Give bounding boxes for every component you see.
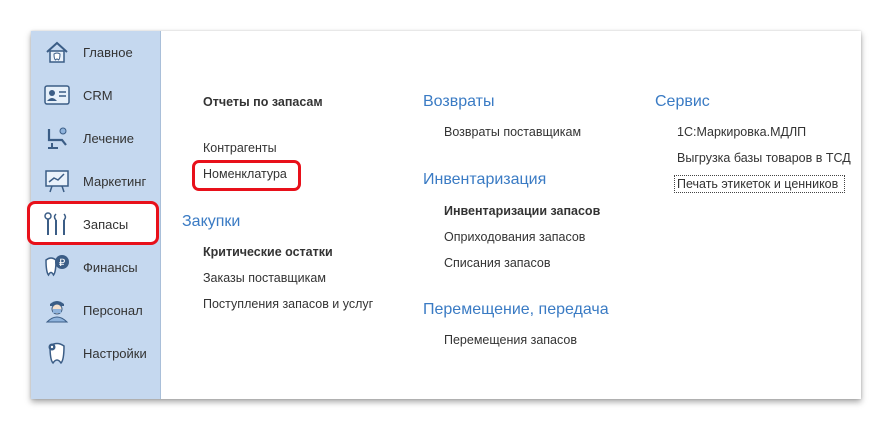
sidebar-item-finance[interactable]: ₽ Финансы [31, 248, 160, 286]
dental-tools-icon [43, 210, 71, 238]
sidebar-item-main[interactable]: Главное [31, 33, 160, 71]
sidebar-item-label: CRM [83, 87, 113, 103]
link-critical-stock[interactable]: Критические остатки [203, 245, 333, 259]
link-inventories[interactable]: Инвентаризации запасов [444, 204, 600, 218]
tooth-gear-icon [43, 339, 71, 367]
link-stock-receipts[interactable]: Поступления запасов и услуг [203, 297, 373, 311]
sidebar-item-treatment[interactable]: Лечение [31, 119, 160, 157]
link-stock-capitalization[interactable]: Оприходования запасов [444, 230, 585, 244]
tooth-coin-icon: ₽ [43, 253, 71, 281]
sidebar-item-marketing[interactable]: Маркетинг [31, 162, 160, 200]
sidebar-item-label: Настройки [83, 345, 147, 361]
sidebar-item-stock[interactable]: Запасы [31, 205, 160, 243]
sidebar-item-label: Финансы [83, 259, 138, 275]
sidebar-item-settings[interactable]: Настройки [31, 334, 160, 372]
transfer-header: Перемещение, передача [423, 301, 609, 318]
returns-header: Возвраты [423, 93, 495, 110]
link-supplier-orders[interactable]: Заказы поставщикам [203, 271, 326, 285]
sidebar: Главное CRM Лечение Маркетинг Запасы ₽ Ф… [27, 31, 161, 399]
link-counterparties[interactable]: Контрагенты [203, 141, 277, 155]
app-window: Главное CRM Лечение Маркетинг Запасы ₽ Ф… [27, 31, 861, 399]
link-mdlp-marking[interactable]: 1С:Маркировка.МДЛП [677, 125, 806, 139]
sidebar-item-label: Главное [83, 44, 133, 60]
main-content: Отчеты по запасам Контрагенты Номенклату… [161, 31, 861, 399]
link-nomenclature[interactable]: Номенклатура [203, 167, 287, 181]
sidebar-item-label: Персонал [83, 302, 143, 318]
tooth-home-icon [43, 38, 71, 66]
link-export-tsd[interactable]: Выгрузка базы товаров в ТСД [677, 151, 851, 165]
sidebar-item-crm[interactable]: CRM [31, 76, 160, 114]
svg-text:₽: ₽ [59, 258, 66, 269]
sidebar-item-staff[interactable]: Персонал [31, 291, 160, 329]
contact-card-icon [43, 81, 71, 109]
presentation-board-icon [43, 167, 71, 195]
inventory-header: Инвентаризация [423, 171, 547, 188]
purchases-header: Закупки [182, 213, 241, 230]
doctor-icon [43, 296, 71, 324]
link-supplier-returns[interactable]: Возвраты поставщикам [444, 125, 581, 139]
sidebar-item-label: Запасы [83, 216, 129, 232]
link-print-labels[interactable]: Печать этикеток и ценников [677, 177, 838, 191]
link-stock-writeoffs[interactable]: Списания запасов [444, 256, 551, 270]
link-stock-transfers[interactable]: Перемещения запасов [444, 333, 577, 347]
sidebar-item-label: Лечение [83, 130, 135, 146]
sidebar-item-label: Маркетинг [83, 173, 147, 189]
service-header: Сервис [655, 93, 710, 110]
stock-reports-title[interactable]: Отчеты по запасам [203, 95, 323, 109]
dental-chair-icon [43, 124, 71, 152]
